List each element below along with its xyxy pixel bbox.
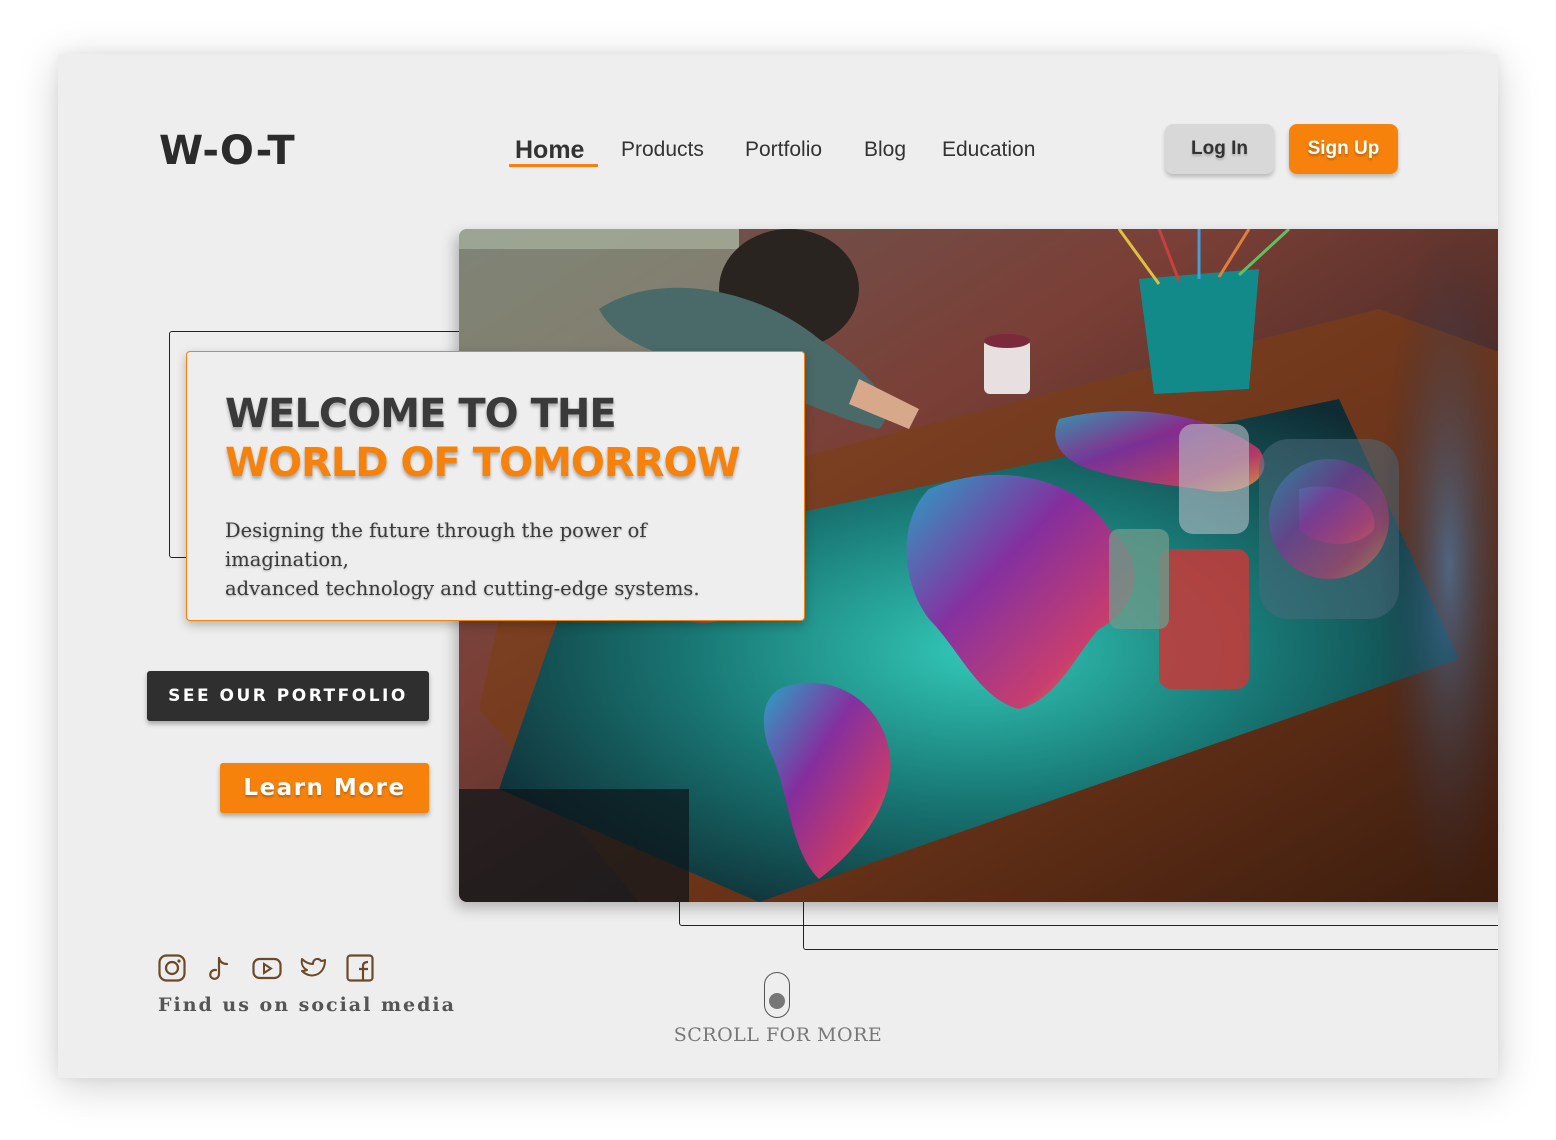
instagram-icon[interactable]	[158, 954, 205, 984]
scroll-dot	[769, 993, 785, 1009]
see-portfolio-button[interactable]: SEE OUR PORTFOLIO	[147, 671, 429, 721]
tiktok-icon[interactable]	[205, 954, 252, 984]
main-nav: Home Products Portfolio Blog Education	[58, 136, 1498, 178]
facebook-icon[interactable]	[346, 954, 393, 984]
login-button[interactable]: Log In	[1165, 124, 1274, 174]
nav-item-blog[interactable]: Blog	[864, 138, 906, 162]
nav-item-products[interactable]: Products	[621, 138, 704, 162]
welcome-card: WELCOME TO THE WORLD OF TOMORROW Designi…	[186, 351, 805, 621]
nav-item-education[interactable]: Education	[942, 138, 1035, 162]
hero-description-line1: Designing the future through the power o…	[225, 519, 647, 571]
youtube-icon[interactable]	[252, 954, 299, 984]
page-frame: W-O-T Home Products Portfolio Blog Educa…	[58, 54, 1498, 1078]
twitter-icon[interactable]	[299, 954, 346, 984]
hero-title-line1: WELCOME TO THE	[225, 391, 617, 437]
hero-description-line2: advanced technology and cutting-edge sys…	[225, 577, 700, 600]
hero-title-line2: WORLD OF TOMORROW	[225, 440, 741, 486]
nav-active-indicator	[509, 164, 598, 167]
scroll-label[interactable]: SCROLL FOR MORE	[638, 1024, 918, 1046]
nav-item-home[interactable]: Home	[515, 136, 584, 165]
nav-item-portfolio[interactable]: Portfolio	[745, 138, 822, 162]
hero-description: Designing the future through the power o…	[225, 516, 766, 603]
social-caption: Find us on social media	[158, 994, 456, 1016]
signup-button[interactable]: Sign Up	[1289, 124, 1398, 174]
learn-more-button[interactable]: Learn More	[220, 763, 429, 813]
scroll-mouse-icon[interactable]	[764, 972, 790, 1018]
social-icons	[158, 954, 393, 984]
